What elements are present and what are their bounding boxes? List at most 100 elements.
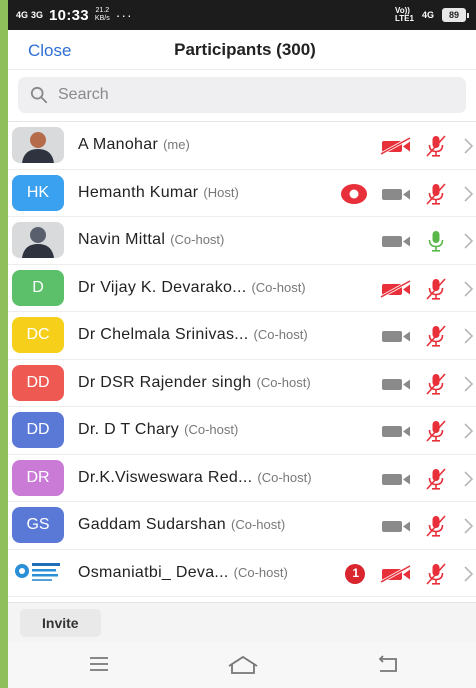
video-camera-icon[interactable] (380, 469, 412, 489)
chevron-right-icon[interactable] (462, 421, 474, 441)
notification-dots: ··· (115, 7, 133, 23)
participant-name-group: Gaddam Sudarshan (Co-host) (78, 516, 285, 534)
unread-badge-count: 1 (352, 565, 359, 580)
video-off-icon[interactable] (380, 136, 412, 156)
avatar: HK (12, 174, 64, 211)
video-camera-icon[interactable] (380, 231, 412, 251)
participant-row[interactable]: GS Gaddam Sudarshan (Co-host) (8, 502, 476, 550)
participant-role: (Co-host) (233, 564, 288, 580)
participant-name: Navin Mittal (78, 231, 166, 249)
bottom-bar: Invite (8, 602, 476, 642)
close-button[interactable]: Close (28, 41, 71, 61)
microphone-muted-icon[interactable] (424, 134, 448, 158)
participant-list: A Manohar (me) HK Hemanth Kumar (Host) Navin … (8, 122, 476, 624)
participant-row[interactable]: DD Dr. D T Chary (Co-host) (8, 407, 476, 455)
status-bar: 4G 3G 10:33 21.2 KB/s ··· Vo)) LTE1 4G 89 (8, 0, 476, 30)
chevron-right-icon[interactable] (462, 184, 474, 204)
avatar: D (12, 269, 64, 306)
volte-indicator: Vo)) LTE1 (395, 6, 414, 23)
search-icon (30, 86, 48, 104)
avatar (12, 222, 64, 259)
microphone-muted-icon[interactable] (424, 419, 448, 443)
participant-name-group: Dr DSR Rajender singh (Co-host) (78, 374, 311, 392)
participant-name: A Manohar (78, 136, 159, 154)
chevron-right-icon[interactable] (462, 136, 474, 156)
avatar: DD (12, 364, 64, 401)
participant-row[interactable]: DR Dr.K.Visweswara Red... (Co-host) (8, 455, 476, 502)
search-input[interactable] (58, 86, 418, 104)
avatar (12, 554, 64, 591)
participant-name: Dr.K.Visweswara Red... (78, 468, 253, 486)
participant-role: (Co-host) (257, 469, 312, 485)
participant-row[interactable]: HK Hemanth Kumar (Host) (8, 170, 476, 217)
search-box[interactable] (18, 77, 466, 113)
invite-button[interactable]: Invite (20, 609, 101, 637)
back-icon[interactable] (376, 655, 400, 675)
video-off-icon[interactable] (380, 564, 412, 584)
chevron-right-icon[interactable] (462, 516, 474, 536)
avatar: DC (12, 317, 64, 354)
avatar: DR (12, 459, 64, 496)
network-signal-left: 4G 3G (16, 9, 44, 20)
avatar: DD (12, 412, 64, 449)
chevron-right-icon[interactable] (462, 231, 474, 251)
microphone-muted-icon[interactable] (424, 324, 448, 348)
participant-name-group: Dr. D T Chary (Co-host) (78, 421, 238, 439)
android-nav-bar (8, 642, 476, 688)
page-title: Participants (300) (174, 39, 316, 59)
network-signal-right: 4G (421, 9, 434, 20)
chevron-right-icon[interactable] (462, 469, 474, 489)
video-camera-icon[interactable] (380, 184, 412, 204)
clock: 10:33 (49, 6, 89, 24)
chevron-right-icon[interactable] (462, 279, 474, 299)
video-off-icon[interactable] (380, 279, 412, 299)
participant-role: (Co-host) (231, 517, 286, 533)
microphone-muted-icon[interactable] (424, 182, 448, 206)
video-camera-icon[interactable] (380, 516, 412, 536)
participant-row[interactable]: D Dr Vijay K. Devarako... (Co-host) (8, 265, 476, 312)
participant-name: Dr Chelmala Srinivas... (78, 326, 249, 344)
chevron-right-icon[interactable] (462, 564, 474, 584)
participant-name: Hemanth Kumar (78, 183, 199, 201)
chevron-right-icon[interactable] (462, 374, 474, 394)
participant-role: (Co-host) (170, 232, 225, 248)
participant-row[interactable]: Navin Mittal (Co-host) (8, 217, 476, 265)
participant-name-group: Dr.K.Visweswara Red... (Co-host) (78, 469, 312, 487)
microphone-muted-icon[interactable] (424, 467, 448, 491)
record-icon (341, 183, 367, 204)
participant-role: (Co-host) (256, 374, 311, 390)
participant-name: Dr Vijay K. Devarako... (78, 278, 247, 296)
microphone-muted-icon[interactable] (424, 372, 448, 396)
microphone-muted-icon[interactable] (424, 514, 448, 538)
participant-row[interactable]: DC Dr Chelmala Srinivas... (Co-host) (8, 312, 476, 360)
participant-name: Gaddam Sudarshan (78, 516, 227, 534)
video-camera-icon[interactable] (380, 374, 412, 394)
participant-row[interactable]: Osmaniatbi_ Deva... (Co-host) 1 (8, 550, 476, 597)
zoom-participants-screen: 4G 3G 10:33 21.2 KB/s ··· Vo)) LTE1 4G 89 C… (8, 0, 476, 688)
participant-name-group: Dr Vijay K. Devarako... (Co-host) (78, 279, 306, 297)
microphone-muted-icon[interactable] (424, 562, 448, 586)
microphone-muted-icon[interactable] (424, 277, 448, 301)
menu-icon[interactable] (88, 656, 110, 672)
participant-name: Dr. D T Chary (78, 421, 180, 439)
participant-role: (Co-host) (184, 422, 239, 438)
chevron-right-icon[interactable] (462, 326, 474, 346)
video-camera-icon[interactable] (380, 421, 412, 441)
header: Close Participants (300) (8, 30, 476, 70)
microphone-icon[interactable] (424, 229, 448, 253)
participant-row[interactable]: A Manohar (me) (8, 122, 476, 170)
participant-role: (Co-host) (253, 327, 308, 343)
avatar: GS (12, 507, 64, 544)
search-bar (8, 70, 476, 122)
participant-row[interactable]: DD Dr DSR Rajender singh (Co-host) (8, 360, 476, 407)
participant-name-group: Dr Chelmala Srinivas... (Co-host) (78, 326, 308, 344)
participant-role: (Host) (203, 184, 239, 200)
avatar (12, 127, 64, 164)
participant-name-group: Hemanth Kumar (Host) (78, 184, 239, 202)
participant-name: Osmaniatbi_ Deva... (78, 563, 229, 581)
participant-name-group: A Manohar (me) (78, 136, 190, 154)
home-icon[interactable] (226, 654, 260, 676)
video-camera-icon[interactable] (380, 326, 412, 346)
network-speed: 21.2 KB/s (94, 7, 110, 22)
participant-role: (Co-host) (251, 279, 306, 295)
